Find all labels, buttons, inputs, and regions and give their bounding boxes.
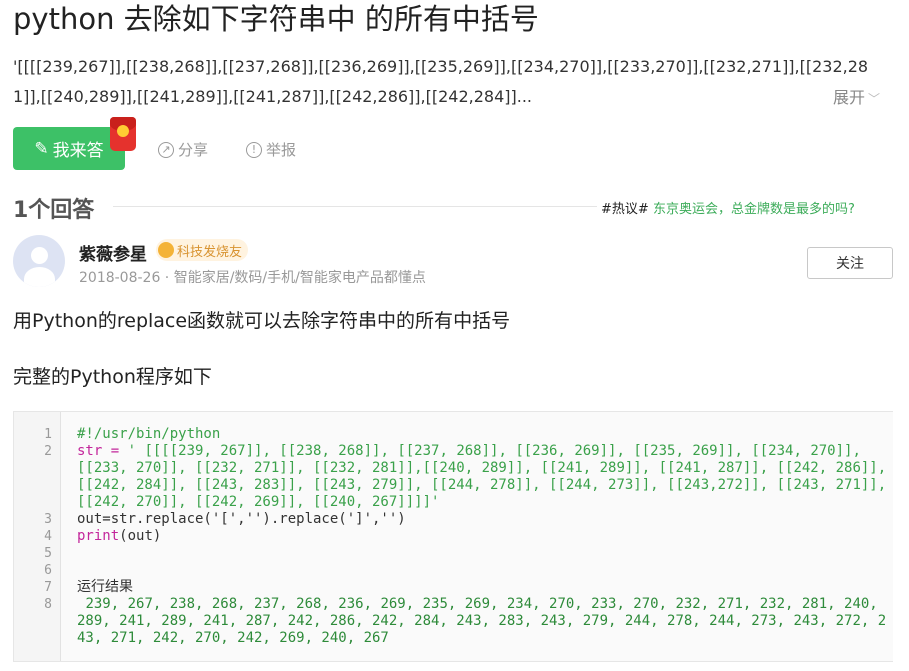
answer-meta: 2018-08-26 · 智能家居/数码/手机/智能家电产品都懂点 bbox=[79, 270, 426, 286]
code-line-string: str = ' [[[[239, 267]], [[238, 268]], [[… bbox=[77, 443, 889, 511]
line-number: 3 bbox=[44, 512, 52, 527]
code-print-args: (out) bbox=[119, 528, 162, 544]
avatar[interactable] bbox=[13, 235, 65, 287]
red-packet-icon[interactable] bbox=[110, 117, 136, 151]
line-number: 8 bbox=[44, 597, 52, 612]
user-badge: 科技发烧友 bbox=[156, 239, 249, 261]
line-number: 4 bbox=[44, 529, 52, 544]
code-line-print: print(out) bbox=[77, 528, 889, 545]
username[interactable]: 紫薇参星 bbox=[79, 240, 147, 265]
chevron-down-icon: ﹀ bbox=[868, 92, 881, 106]
code-print-keyword: print bbox=[77, 528, 120, 544]
question-body: '[[[[239,267]],[[238,268]],[[237,268]],[… bbox=[13, 57, 869, 106]
code-result-label: 运行结果 bbox=[77, 579, 133, 595]
code-str-value: ' [[[[239, 267]], [[238, 268]], [[237, 2… bbox=[77, 443, 895, 510]
hot-topic-link[interactable]: #热议# 东京奥运会，总金牌数是最多的吗? bbox=[601, 198, 855, 217]
line-number: 1 bbox=[44, 427, 52, 442]
edit-icon: ✎ bbox=[34, 138, 49, 159]
share-label: 分享 bbox=[178, 141, 209, 159]
divider bbox=[113, 206, 597, 207]
line-number-gutter: 1 2 3 4 5 6 7 8 bbox=[14, 412, 61, 661]
expand-button[interactable]: 展开 ﹀ bbox=[833, 84, 880, 108]
line-number: 5 bbox=[44, 546, 52, 561]
answer-button-label: 我来答 bbox=[52, 141, 104, 161]
answer-paragraph-2: 完整的Python程序如下 bbox=[13, 366, 212, 388]
expand-label: 展开 bbox=[833, 88, 866, 107]
code-line-replace: out=str.replace('[','').replace(']','') bbox=[77, 511, 406, 527]
share-button[interactable]: ↗ 分享 bbox=[158, 139, 208, 160]
badge-label: 科技发烧友 bbox=[177, 244, 243, 260]
code-block: 1 2 3 4 5 6 7 8 #!/usr/bin/python str = … bbox=[13, 411, 893, 662]
code-content: #!/usr/bin/python str = ' [[[[239, 267]]… bbox=[77, 426, 889, 647]
medal-icon bbox=[158, 242, 174, 258]
code-assign: = bbox=[102, 443, 128, 459]
report-icon: ! bbox=[246, 141, 262, 158]
hot-link-text: 东京奥运会，总金牌数是最多的吗? bbox=[652, 202, 855, 217]
answer-count: 1个回答 bbox=[13, 198, 95, 223]
follow-button[interactable]: 关注 bbox=[807, 247, 893, 279]
hot-tag: #热议# bbox=[601, 202, 649, 217]
share-icon: ↗ bbox=[158, 141, 174, 158]
line-number: 2 bbox=[44, 444, 52, 459]
line-number: 6 bbox=[44, 563, 52, 578]
code-str-name: str bbox=[77, 443, 103, 459]
answer-button[interactable]: ✎ 我来答 bbox=[13, 127, 125, 170]
code-line-shebang: #!/usr/bin/python bbox=[77, 426, 221, 442]
question-title: python 去除如下字符串中 的所有中括号 bbox=[13, 2, 539, 36]
report-button[interactable]: ! 举报 bbox=[246, 139, 296, 160]
report-label: 举报 bbox=[266, 141, 297, 159]
code-result-values: 239, 267, 238, 268, 237, 268, 236, 269, … bbox=[77, 596, 887, 646]
answer-paragraph-1: 用Python的replace函数就可以去除字符串中的所有中括号 bbox=[13, 310, 511, 332]
line-number: 7 bbox=[44, 580, 52, 595]
